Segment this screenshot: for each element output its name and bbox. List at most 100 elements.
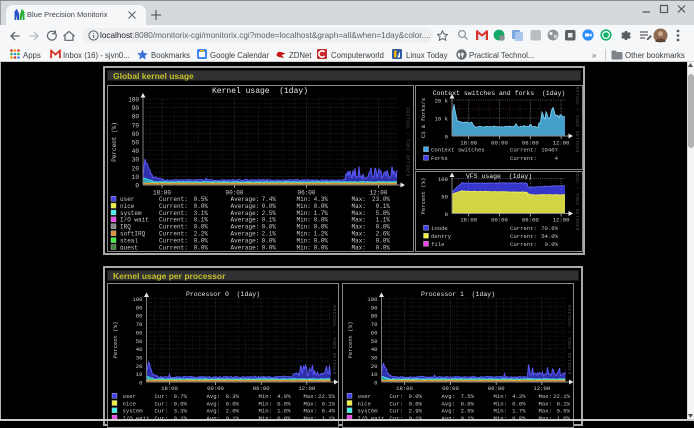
svg-text:Max:: Max: [352,244,366,250]
svg-text:4.3%: 4.3% [512,393,526,400]
svg-text:Avg:: Avg: [441,393,454,400]
svg-text:Min:: Min: [493,393,506,400]
svg-text:50: 50 [441,194,448,201]
svg-text:Percent (%): Percent (%) [111,122,118,162]
svg-text:Avg:: Avg: [206,400,219,407]
svg-text:1.7%: 1.7% [512,408,526,415]
svg-text:2.9%: 2.9% [408,408,422,415]
svg-text:50: 50 [135,338,142,345]
svg-text:70: 70 [135,321,142,328]
svg-text:9.0%: 9.0% [408,393,422,400]
svg-text:80: 80 [370,313,377,320]
svg-text:0.1%: 0.1% [321,400,335,407]
svg-text:100: 100 [367,296,378,303]
svg-text:RRDTOOL / TOBI OETIKER: RRDTOOL / TOBI OETIKER [574,172,580,231]
svg-text:Min:: Min: [258,408,271,415]
svg-text:Current:: Current: [510,147,537,154]
svg-text:5.5%: 5.5% [556,408,570,415]
svg-text:Cur:: Cur: [154,393,167,400]
svg-text:Current:: Current: [159,244,188,250]
svg-text:Cur:: Cur: [389,393,402,400]
svg-text:12:00: 12:00 [533,385,550,392]
svg-text:Forks: Forks [431,155,448,162]
svg-text:18:00: 18:00 [460,217,477,224]
svg-text:70: 70 [132,122,140,129]
svg-text:Processor 0 (1day): Processor 0 (1day) [185,291,259,298]
svg-text:90: 90 [132,105,140,112]
svg-text:7.5%: 7.5% [460,393,474,400]
svg-text:12:00: 12:00 [553,217,570,224]
svg-text:Avg:: Avg: [441,400,454,407]
svg-text:Kernel usage (1day): Kernel usage (1day) [212,87,308,96]
svg-text:80: 80 [135,313,142,320]
svg-text:10: 10 [132,174,140,181]
svg-text:Cur:: Cur: [154,408,167,415]
svg-text:00:00: 00:00 [442,385,459,392]
svg-text:00:00: 00:00 [491,217,508,224]
svg-text:30: 30 [135,355,142,362]
svg-text:Max:: Max: [303,408,316,415]
svg-text:VFS usage (1day): VFS usage (1day) [466,173,532,180]
svg-text:70: 70 [370,321,377,328]
svg-text:0.0%: 0.0% [408,400,422,407]
svg-text:1.8%: 1.8% [277,408,291,415]
svg-text:Max:: Max: [538,408,551,415]
svg-text:Avg:: Avg: [441,408,454,415]
svg-text:18:00: 18:00 [460,140,477,147]
svg-text:18:00: 18:00 [161,385,178,392]
svg-text:RRDTOOL / TOBI OETIKER: RRDTOOL / TOBI OETIKER [574,86,580,153]
svg-text:100: 100 [438,176,449,183]
svg-text:20 k: 20 k [435,98,449,105]
svg-text:0.0%: 0.0% [194,244,209,250]
svg-text:0.0%: 0.0% [277,400,291,407]
svg-text:10: 10 [370,371,377,378]
svg-text:22.1%: 22.1% [553,393,570,400]
svg-text:30: 30 [132,157,140,164]
svg-text:06:00: 06:00 [252,385,269,392]
svg-text:30: 30 [370,355,377,362]
svg-text:12:00: 12:00 [553,140,570,147]
svg-text:12:00: 12:00 [298,385,315,392]
svg-text:Cur:: Cur: [154,400,167,407]
svg-text:00:00: 00:00 [491,140,508,147]
svg-text:Min:: Min: [493,400,506,407]
svg-text:10: 10 [135,371,142,378]
svg-text:Context switches and forks (1: Context switches and forks (1day) [433,90,566,97]
svg-text:20: 20 [132,165,140,172]
svg-text:06:00: 06:00 [522,140,539,147]
svg-text:Cur:: Cur: [389,400,402,407]
svg-text:10407: 10407 [541,147,558,154]
svg-text:0.0%: 0.0% [460,400,474,407]
svg-text:Avg:: Avg: [206,393,219,400]
svg-text:0: 0 [135,183,139,190]
svg-text:user: user [357,393,370,400]
svg-text:system: system [357,408,378,415]
svg-text:Current:: Current: [510,241,537,248]
svg-text:0.1%: 0.1% [556,400,570,407]
svg-text:60: 60 [135,329,142,336]
svg-text:2.0%: 2.0% [225,408,239,415]
svg-text:Max:: Max: [303,393,316,400]
svg-text:system: system [122,408,143,415]
svg-text:0.0%: 0.0% [314,244,329,250]
svg-text:Min:: Min: [297,244,311,250]
svg-text:50: 50 [132,140,140,147]
svg-text:50: 50 [370,338,377,345]
svg-text:RRDTOOL / TOBI OETIKER: RRDTOOL / TOBI OETIKER [566,305,572,374]
svg-text:Cur:: Cur: [389,408,402,415]
svg-text:RRDTOOL / TOBI OETIKER: RRDTOOL / TOBI OETIKER [331,305,337,374]
svg-text:dentry: dentry [431,233,452,240]
svg-text:0.0%: 0.0% [512,400,526,407]
svg-text:Percent (%): Percent (%) [347,322,354,359]
svg-text:Percent (%): Percent (%) [420,178,427,215]
svg-text:2.5%: 2.5% [460,408,474,415]
svg-text:100: 100 [128,97,139,104]
svg-text:90: 90 [135,304,142,311]
svg-text:Max:: Max: [538,393,551,400]
svg-text:00:00: 00:00 [207,385,224,392]
svg-text:54.0%: 54.0% [541,233,558,240]
svg-text:inode: inode [431,225,448,232]
svg-text:06:00: 06:00 [487,385,504,392]
svg-text:0.0%: 0.0% [376,244,391,250]
svg-text:60: 60 [132,131,140,138]
